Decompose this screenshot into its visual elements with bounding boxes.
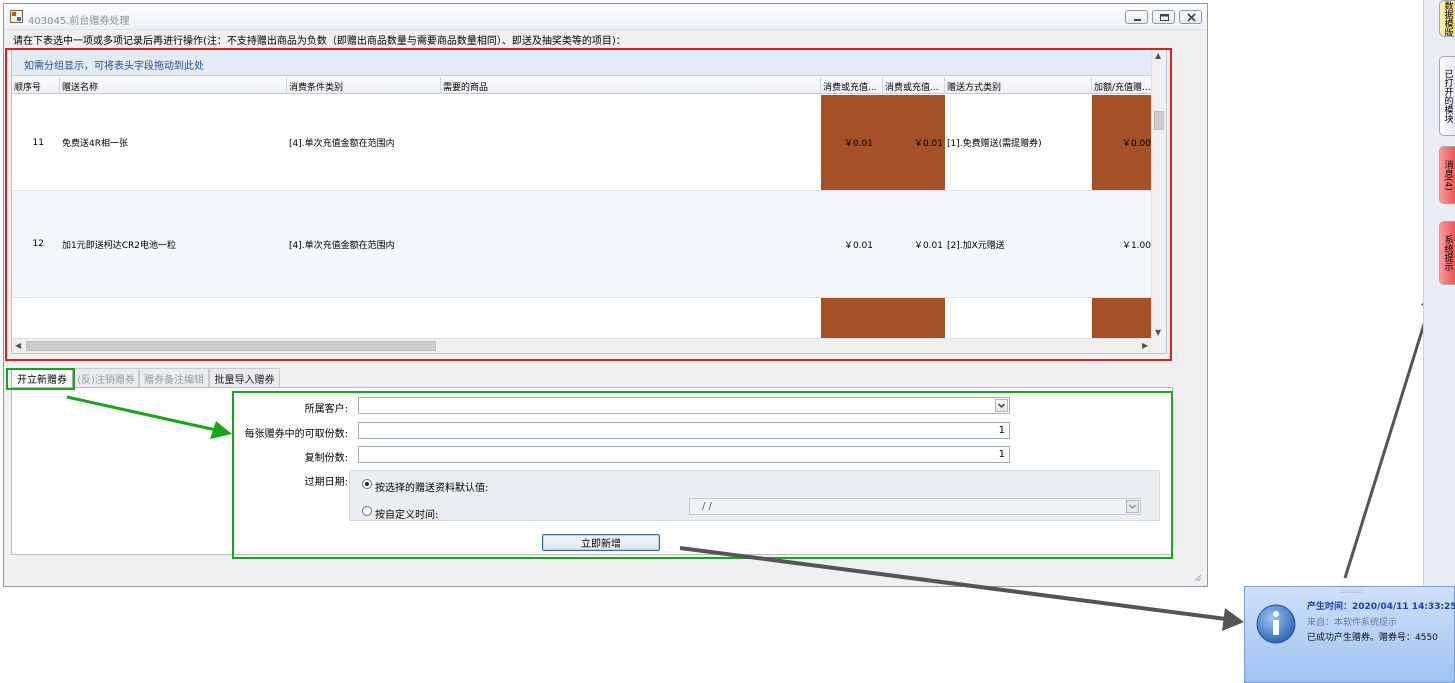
right-dock: 数据模版 已打开的模块 消息(4) 系统提示: [1423, 0, 1455, 683]
notification-source: 来自：本软件系统提示: [1307, 618, 1398, 628]
dock-tab-open-modules[interactable]: 已打开的模块: [1439, 56, 1455, 136]
info-icon: [1256, 604, 1296, 644]
notification-grip[interactable]: ::::::::: [1340, 588, 1364, 595]
screen: 403045.前台赠券处理 请在下表选中一项或多项记录后再进行操作(注：不支持赠…: [0, 0, 1455, 683]
gray-arrow-to-notification-icon: [679, 546, 1244, 631]
dock-tab-template[interactable]: 数据模版: [1439, 0, 1455, 37]
annotation-arrows: [66, 287, 1437, 631]
notification-message: 已成功产生赠券。赠券号：4550: [1307, 633, 1438, 643]
system-notification[interactable]: :::::::: 产生时间：2020/04/11 14:33:25 来自：本软件…: [1244, 586, 1455, 683]
green-arrow-icon: [66, 395, 232, 439]
dock-tab-system-tips[interactable]: 系统提示: [1439, 221, 1455, 285]
dock-tab-messages[interactable]: 消息(4): [1439, 146, 1455, 204]
notification-time: 产生时间：2020/04/11 14:33:25: [1307, 602, 1455, 612]
